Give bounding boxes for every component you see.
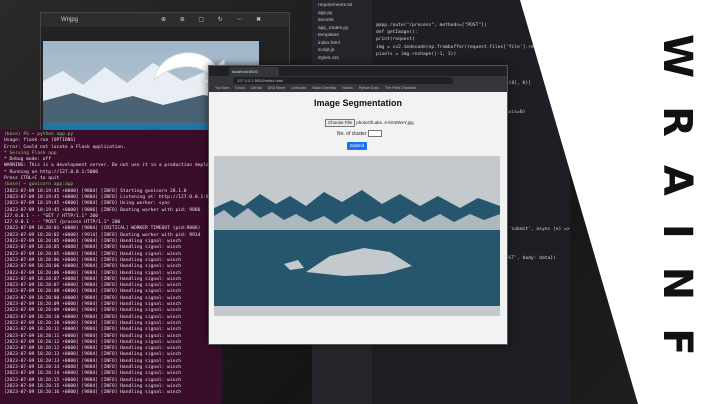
segmented-image xyxy=(214,156,500,316)
browser-window: localhost:5000 127.0.0.1:5000/index.html… xyxy=(208,65,508,345)
viewer-toolbar[interactable]: ⊕ ⊕ ▢ ↻ ⋯ ✖ xyxy=(161,13,267,27)
bookmark-item[interactable]: Gmail xyxy=(235,85,244,92)
bookmark-item[interactable]: DSA Sheet xyxy=(268,85,286,92)
bookmark-item[interactable]: Stack Overflow xyxy=(312,85,336,92)
cluster-count-input[interactable] xyxy=(367,130,382,137)
file-tree-item[interactable]: script.js xyxy=(312,47,372,55)
segmented-image-graphic xyxy=(214,156,500,316)
browser-tab[interactable]: localhost:5000 xyxy=(229,67,279,76)
bookmark-item[interactable]: GitHub xyxy=(251,85,262,92)
submit-button[interactable]: Submit xyxy=(347,142,367,150)
browser-nav-bar: 127.0.0.1:5000/index.html xyxy=(209,76,507,85)
file-tree-item[interactable]: styles.css xyxy=(312,55,372,63)
terminal-line: [2023-07-09 18:19:45 +0000] [9886] [INFO… xyxy=(4,207,201,213)
terminal-line: WARNING: This is a development server. D… xyxy=(4,163,222,169)
page-title: Image Segmentation xyxy=(313,98,403,108)
browser-tab-bar: localhost:5000 xyxy=(209,66,507,76)
bookmark-item[interactable]: The Pixel Checklist xyxy=(385,85,416,92)
brand-logo-text: WRAINF xyxy=(654,34,700,384)
cluster-count-row: No. of cluster xyxy=(337,130,382,137)
terminal-line: [2023-07-09 18:20:16 +0000] [9884] [INFO… xyxy=(4,390,182,396)
viewer-titlebar: Wnjpg ⊕ ⊕ ▢ ↻ ⋯ ✖ xyxy=(41,13,289,27)
file-tree-item[interactable]: secrets xyxy=(312,17,372,25)
file-tree-item[interactable]: index.html xyxy=(312,40,372,48)
bookmark-item[interactable]: Leetcode xyxy=(291,85,306,92)
address-bar[interactable]: 127.0.0.1:5000/index.html xyxy=(233,77,453,84)
cluster-count-label: No. of cluster xyxy=(337,130,367,137)
terminal-line: [2023-07-09 18:20:01 +0000] [9884] [CRIT… xyxy=(4,226,201,232)
choose-file-button[interactable]: Choose File xyxy=(325,119,356,127)
bookmark-item[interactable]: YouTube xyxy=(215,85,229,92)
bookmarks-bar: YouTube Gmail GitHub DSA Sheet Leetcode Stack… xyxy=(209,85,507,92)
bookmark-item[interactable]: Notion xyxy=(342,85,352,92)
terminal-window[interactable]: (base) PS ~ python app.py Usage: flask ru… xyxy=(0,130,222,404)
file-tree-item[interactable]: app.py xyxy=(312,10,372,18)
selected-file-name: photoOfLake..e-kSstWeY.jpg xyxy=(356,120,414,125)
file-tree-item[interactable]: app_routes.py xyxy=(312,25,372,33)
file-tree-item[interactable]: templates xyxy=(312,32,372,40)
bookmark-item[interactable]: Python Docs xyxy=(359,85,379,92)
viewer-title: Wnjpg xyxy=(61,17,79,23)
file-upload-row: Choose File photoOfLake..e-kSstWeY.jpg xyxy=(325,119,414,127)
file-tree-item[interactable]: requirements.txt xyxy=(312,2,372,10)
